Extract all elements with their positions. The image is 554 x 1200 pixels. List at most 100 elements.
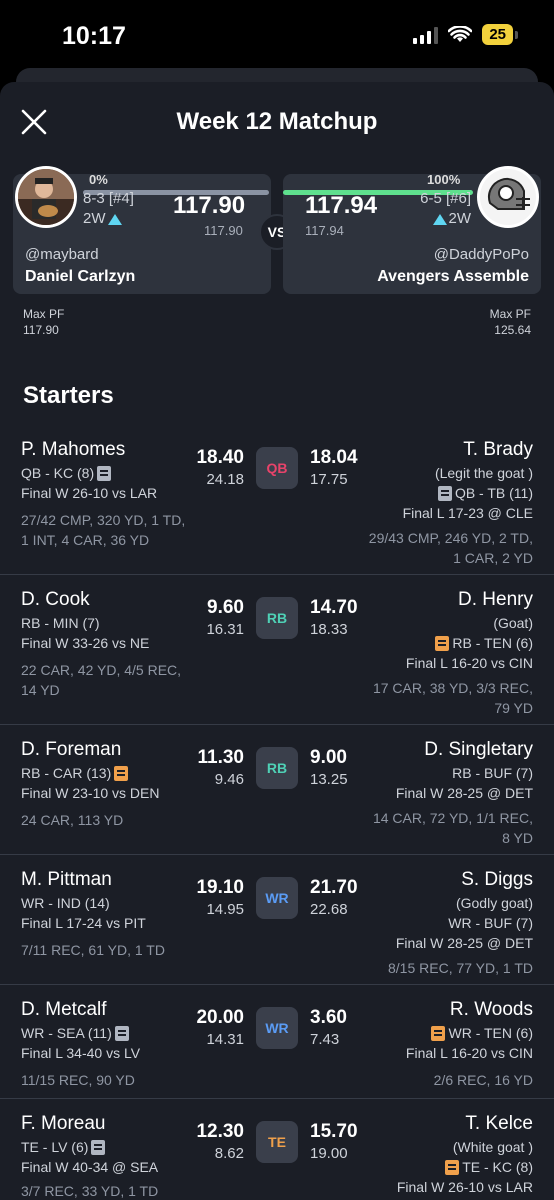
max-pf-left: Max PF 117.90 (23, 306, 64, 338)
note-icon[interactable] (435, 636, 450, 651)
player-stats-right: 29/43 CMP, 246 YD, 2 TD, (368, 530, 533, 546)
matchup-row-wr[interactable]: D. Metcalf WR - SEA (11) Final L 34-40 v… (0, 985, 554, 1099)
up-arrow-icon (432, 213, 447, 225)
section-title: Starters (23, 382, 114, 409)
matchup-row-qb[interactable]: P. Mahomes QB - KC (8) Final W 26-10 vs … (0, 425, 554, 575)
note-icon[interactable] (91, 1140, 106, 1155)
player-name-right[interactable]: S. Diggs (461, 869, 533, 891)
team-handle: @maybard (25, 246, 99, 263)
proj-left: 24.18 (206, 471, 244, 488)
matchup-row-rb[interactable]: D. Foreman RB - CAR (13) Final W 23-10 v… (0, 725, 554, 855)
team-card-left[interactable]: 0% 8-3 [#4] 2W 117.90 117.90 @maybard Da… (13, 166, 271, 294)
note-icon[interactable] (97, 466, 112, 481)
player-meta-right: QB - TB (11) (435, 483, 533, 503)
proj-right: 22.68 (310, 901, 348, 918)
player-name-right[interactable]: D. Singletary (424, 739, 533, 761)
player-game-left: Final W 23-10 vs DEN (21, 785, 160, 801)
player-game-right: Final W 26-10 vs LAR (396, 1179, 533, 1195)
proj-left: 14.95 (206, 901, 244, 918)
proj-right: 13.25 (310, 771, 348, 788)
score-left: 11.30 (197, 747, 245, 768)
proj-left: 16.31 (206, 621, 244, 638)
team-projected: 117.94 (305, 223, 344, 238)
max-pf-value: 125.64 (494, 323, 531, 337)
player-stats-right: 2/6 REC, 16 YD (433, 1072, 533, 1088)
player-stats-right-2: 1 CAR, 2 YD (453, 550, 533, 566)
note-icon[interactable] (114, 1026, 129, 1041)
score-right: 21.70 (310, 877, 358, 898)
score-right: 9.00 (310, 747, 347, 768)
player-name-left[interactable]: D. Metcalf (21, 999, 107, 1021)
team-name: Daniel Carlzyn (25, 268, 136, 285)
player-meta-left: TE - LV (6) (21, 1137, 108, 1157)
player-game-left: Final W 40-34 @ SEA (21, 1159, 159, 1175)
position-badge: RB (256, 597, 298, 639)
player-meta-right: RB - BUF (7) (452, 765, 533, 781)
battery-tip (515, 30, 518, 39)
position-badge: RB (256, 747, 298, 789)
player-name-right[interactable]: T. Brady (463, 439, 533, 461)
win-probability: 0% (89, 172, 108, 187)
team-card-right[interactable]: 100% 117.94 117.94 6-5 [#6] 2W @DaddyPoP… (283, 166, 541, 294)
avatar[interactable] (15, 166, 77, 228)
position-badge: WR (256, 1007, 298, 1049)
player-stats-right: 8/15 REC, 77 YD, 1 TD (388, 960, 533, 976)
player-meta-left: RB - CAR (13) (21, 763, 131, 783)
player-name-left[interactable]: D. Foreman (21, 739, 121, 761)
player-nick-right: (Legit the goat ) (434, 465, 533, 481)
score-right: 18.04 (310, 447, 358, 468)
player-stats-left: 7/11 REC, 61 YD, 1 TD (21, 942, 165, 958)
player-stats-left: 3/7 REC, 33 YD, 1 TD (21, 1183, 159, 1199)
position-badge: TE (256, 1121, 298, 1163)
player-game-right: Final L 16-20 vs CIN (405, 655, 533, 671)
player-name-left[interactable]: M. Pittman (21, 869, 112, 891)
note-icon[interactable] (445, 1160, 460, 1175)
avatar[interactable] (477, 166, 539, 228)
player-meta-right: WR - TEN (6) (428, 1023, 533, 1043)
score-left: 19.10 (196, 877, 244, 898)
max-pf-value: 117.90 (23, 323, 59, 337)
team-streak: 2W (83, 210, 124, 227)
max-pf-label: Max PF (23, 307, 65, 321)
player-game-right: Final W 28-25 @ DET (395, 785, 533, 801)
player-stats-left-2: 14 YD (21, 682, 60, 698)
position-badge: WR (256, 877, 298, 919)
matchup-row-te[interactable]: F. Moreau TE - LV (6) Final W 40-34 @ SE… (0, 1099, 554, 1200)
player-stats-left: 27/42 CMP, 320 YD, 1 TD, (21, 512, 186, 528)
note-icon[interactable] (114, 766, 129, 781)
note-icon[interactable] (431, 1026, 446, 1041)
matchup-row-rb[interactable]: D. Cook RB - MIN (7) Final W 33-26 vs NE… (0, 575, 554, 725)
player-meta-right: WR - BUF (7) (448, 915, 533, 931)
proj-left: 8.62 (214, 1145, 244, 1162)
score-left: 18.40 (196, 447, 244, 468)
proj-left: 14.31 (206, 1031, 244, 1048)
player-game-left: Final W 33-26 vs NE (21, 635, 150, 651)
player-stats-right: 14 CAR, 72 YD, 1/1 REC, (372, 810, 533, 826)
proj-right: 18.33 (310, 621, 348, 638)
team-record: 8-3 [#4] (83, 190, 134, 207)
status-icons: 25 (413, 24, 518, 45)
player-stats-left: 11/15 REC, 90 YD (21, 1072, 135, 1088)
player-stats-right-2: 8 YD (502, 830, 533, 846)
signal-icon (413, 26, 439, 44)
matchup-row-wr[interactable]: M. Pittman WR - IND (14) Final L 17-24 v… (0, 855, 554, 985)
player-name-left[interactable]: F. Moreau (21, 1113, 105, 1135)
player-stats-right: 17 CAR, 38 YD, 3/3 REC, (372, 680, 533, 696)
score-right: 15.70 (310, 1121, 358, 1142)
status-time: 10:17 (62, 22, 126, 50)
win-probability: 100% (427, 172, 461, 187)
team-streak: 2W (431, 210, 471, 227)
player-meta-left: WR - SEA (11) (21, 1023, 132, 1043)
player-name-right[interactable]: D. Henry (458, 589, 533, 611)
player-nick-right: (Goat) (493, 615, 533, 631)
max-pf-label: Max PF (489, 307, 531, 321)
player-game-right: Final L 16-20 vs CIN (405, 1045, 533, 1061)
team-record: 6-5 [#6] (420, 190, 471, 207)
player-name-left[interactable]: D. Cook (21, 589, 90, 611)
player-nick-right: (Godly goat) (455, 895, 533, 911)
note-icon[interactable] (437, 486, 452, 501)
player-name-left[interactable]: P. Mahomes (21, 439, 125, 461)
player-name-right[interactable]: R. Woods (450, 999, 533, 1021)
player-name-right[interactable]: T. Kelce (465, 1113, 533, 1135)
proj-right: 7.43 (310, 1031, 340, 1048)
